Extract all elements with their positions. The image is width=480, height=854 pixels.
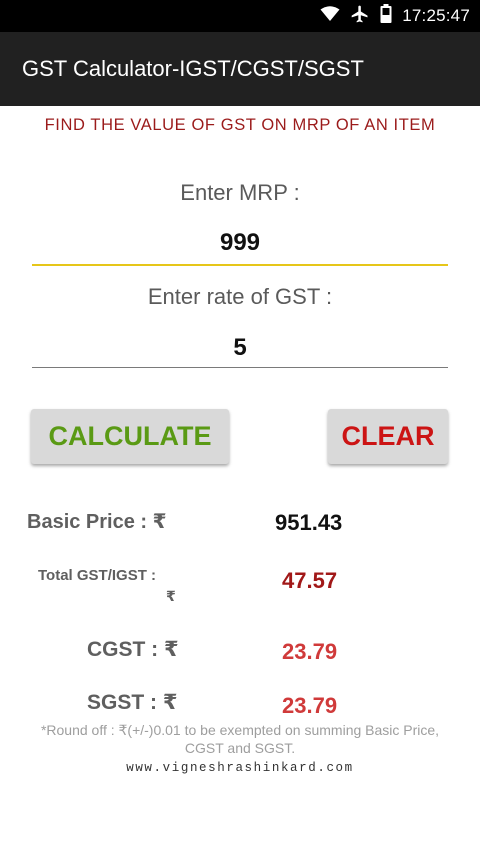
clear-button[interactable]: CLEAR	[328, 409, 448, 464]
status-bar: 17:25:47	[0, 0, 480, 32]
battery-icon	[380, 4, 392, 28]
status-icons: 17:25:47	[320, 0, 470, 32]
cgst-value: 23.79	[282, 639, 338, 664]
cgst-label: CGST : ₹	[87, 638, 179, 661]
app-title: GST Calculator-IGST/CGST/SGST	[22, 56, 364, 81]
gst-rate-input-underline	[32, 367, 448, 368]
sgst-value: 23.79	[282, 693, 338, 718]
mrp-input-underline	[32, 264, 448, 266]
app-bar: GST Calculator-IGST/CGST/SGST	[0, 32, 480, 106]
round-off-note: *Round off : ₹(+/-)0.01 to be exempted o…	[40, 722, 440, 756]
website-link[interactable]: www.vigneshrashinkard.com	[0, 761, 480, 775]
mrp-label: Enter MRP :	[180, 180, 300, 205]
wifi-icon	[320, 5, 340, 27]
basic-price-label: Basic Price : ₹	[27, 511, 167, 533]
clock: 17:25:47	[402, 6, 470, 25]
headline: FIND THE VALUE OF GST ON MRP OF AN ITEM	[44, 116, 436, 134]
total-gst-label: Total GST/IGST :	[38, 567, 157, 584]
gst-rate-label: Enter rate of GST :	[147, 284, 333, 309]
airplane-icon	[350, 4, 370, 29]
total-gst-value: 47.57	[282, 568, 338, 593]
sgst-label: SGST : ₹	[87, 691, 178, 714]
basic-price-value: 951.43	[275, 510, 343, 535]
total-gst-currency: ₹	[166, 588, 176, 604]
mrp-input[interactable]: 999	[32, 229, 448, 257]
gst-rate-input[interactable]: 5	[32, 334, 448, 362]
calculate-button[interactable]: CALCULATE	[31, 409, 229, 464]
